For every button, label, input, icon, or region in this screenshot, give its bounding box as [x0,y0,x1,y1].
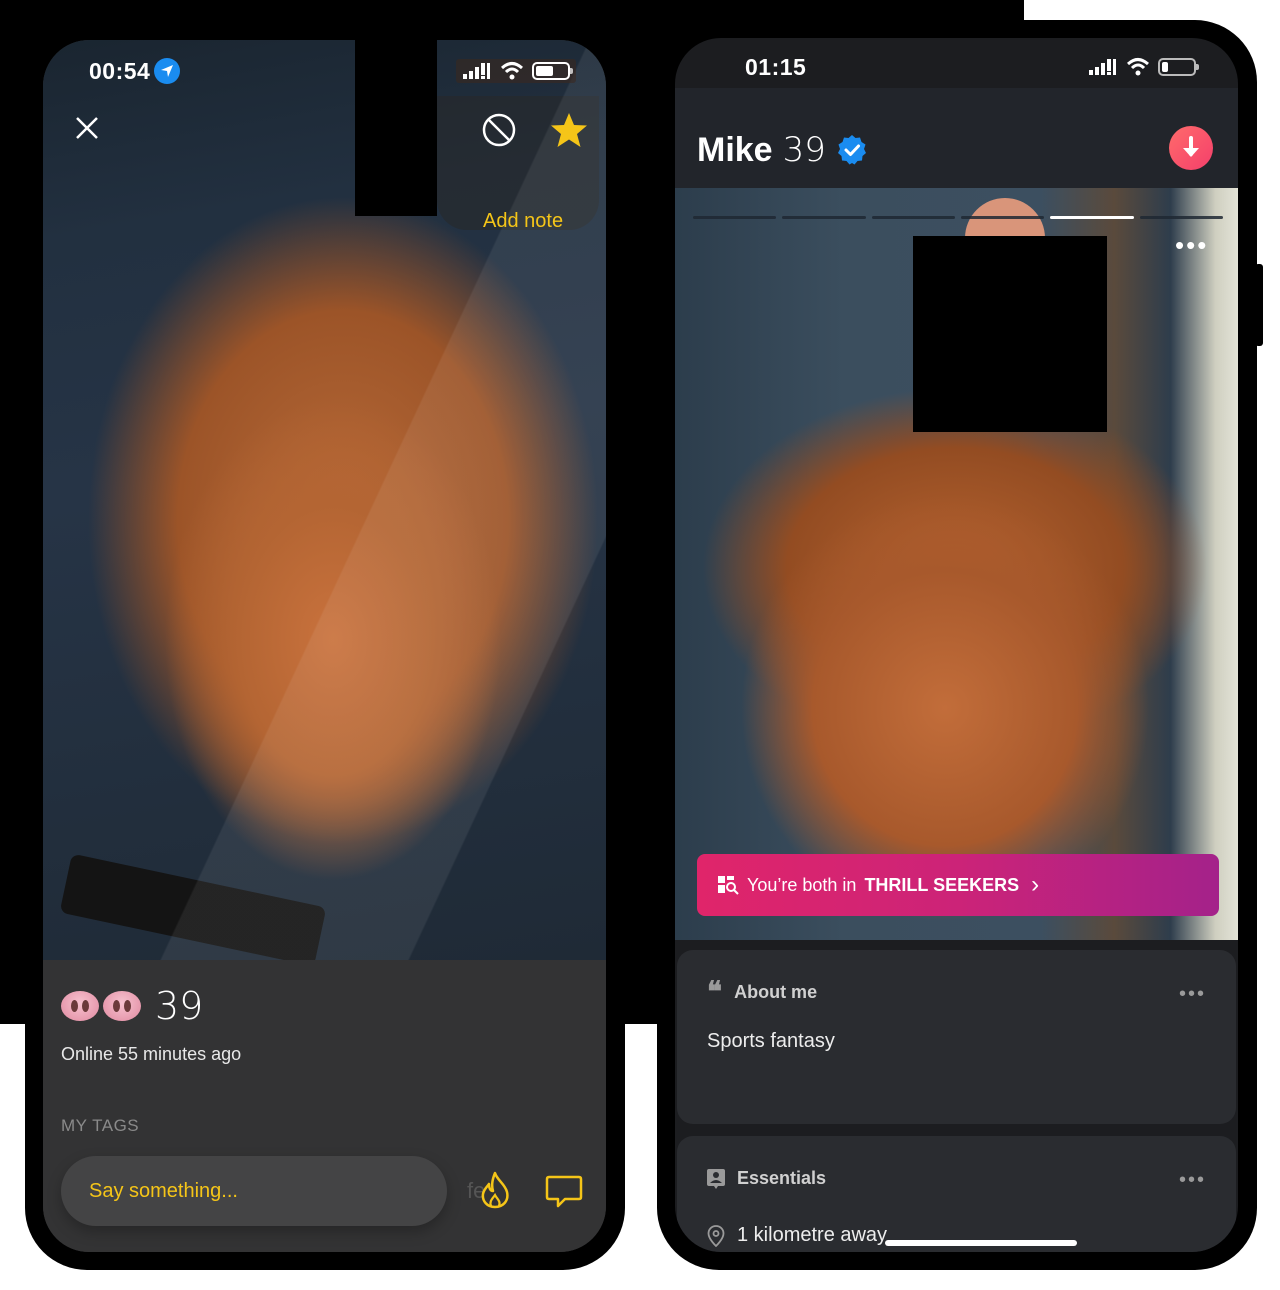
chat-bubble-icon [545,1175,583,1208]
last-online-text: Online 55 minutes ago [61,1044,242,1064]
group-search-icon [718,876,739,895]
home-indicator[interactable] [885,1240,1077,1246]
redaction-box [913,236,1107,432]
photo-progress-segment[interactable] [782,216,866,219]
age-text: 39 [155,984,204,1028]
add-note-button[interactable]: Add note [483,210,563,233]
community-name: THRILL SEEKERS [864,874,1020,895]
about-me-title: About me [734,982,818,1002]
photo-progress-segment[interactable] [871,216,955,219]
status-time: 00:54 [89,57,181,85]
wifi-icon [1126,58,1150,76]
message-input[interactable] [61,1156,447,1226]
cellular-signal-icon [1089,59,1116,75]
my-tags-heading: MY TAGS [61,1116,140,1135]
battery-fill [536,66,554,76]
chat-button[interactable] [545,1174,583,1210]
cellular-signal-icon [463,63,490,79]
block-button[interactable] [481,112,517,148]
tap-button[interactable] [477,1170,513,1210]
quote-icon: ❝ [707,975,723,1009]
photo-progress-segment[interactable] [1139,216,1223,219]
location-pin-icon [707,1224,725,1247]
star-icon [551,113,587,147]
pig-nose-emoji-icon [103,991,141,1021]
phone-frame-right: 01:15 Mike 39 ••• You’re both in THRILL … [657,20,1263,1270]
action-button[interactable] [1169,126,1213,170]
profile-name-row: Mike 39 [697,130,868,170]
about-me-header: ❝ About me [707,975,818,1009]
more-horizontal-icon: ••• [1175,230,1209,260]
status-icons [1082,55,1202,79]
essentials-more-button[interactable]: ••• [1179,1170,1206,1190]
glare-overlay [43,40,606,960]
more-horizontal-icon: ••• [1178,1169,1206,1191]
flame-icon [481,1171,509,1209]
distance-row: 1 kilometre away [707,1224,887,1247]
screen-left: 00:54 Add note 39 Online 55 minutes ago … [43,40,606,1252]
battery-fill [1162,62,1168,72]
close-button[interactable] [71,112,103,144]
screen-right: 01:15 Mike 39 ••• You’re both in THRILL … [675,38,1238,1252]
chevron-right-icon: › [1031,871,1040,898]
battery-icon [532,62,573,80]
about-me-card: ❝ About me ••• Sports fantasy [677,950,1236,1124]
wifi-icon [500,62,524,80]
photo-progress-indicator [693,216,1223,220]
location-arrow-icon [154,58,181,84]
status-icons [456,59,576,83]
status-bar: 00:54 [89,54,576,88]
about-me-text: Sports fantasy [707,1030,835,1052]
block-icon [482,113,516,147]
photo-progress-segment[interactable] [960,216,1045,219]
status-time-text: 00:54 [89,57,151,84]
profile-info-panel: 39 Online 55 minutes ago MY TAGS fe [43,960,606,1252]
display-name-row: 39 [61,984,203,1028]
battery-icon [1158,58,1199,76]
photo-progress-segment-active[interactable] [1050,216,1134,219]
profile-name: Mike [697,130,773,169]
arrow-down-icon [1183,136,1199,157]
essentials-header: Essentials [707,1168,826,1189]
close-icon [76,117,98,139]
photo-progress-segment[interactable] [693,216,777,219]
profile-card-icon [707,1168,725,1189]
verified-badge-icon [837,135,866,165]
status-time: 01:15 [745,53,807,80]
banner-prefix: You’re both in [747,874,857,895]
shared-community-banner[interactable]: You’re both in THRILL SEEKERS › [697,854,1219,916]
more-horizontal-icon: ••• [1178,983,1206,1005]
distance-text: 1 kilometre away [737,1224,888,1246]
profile-age: 39 [782,130,826,170]
status-bar: 01:15 [745,50,1202,84]
essentials-title: Essentials [737,1168,827,1188]
favorite-button[interactable] [549,110,589,150]
pig-nose-emoji-icon [61,991,99,1021]
photo-more-button[interactable]: ••• [1175,232,1208,258]
side-button [1255,264,1263,346]
about-me-more-button[interactable]: ••• [1179,984,1206,1004]
essentials-card: Essentials ••• 1 kilometre away [677,1136,1236,1252]
phone-frame-left: 00:54 Add note 39 Online 55 minutes ago … [25,22,625,1270]
